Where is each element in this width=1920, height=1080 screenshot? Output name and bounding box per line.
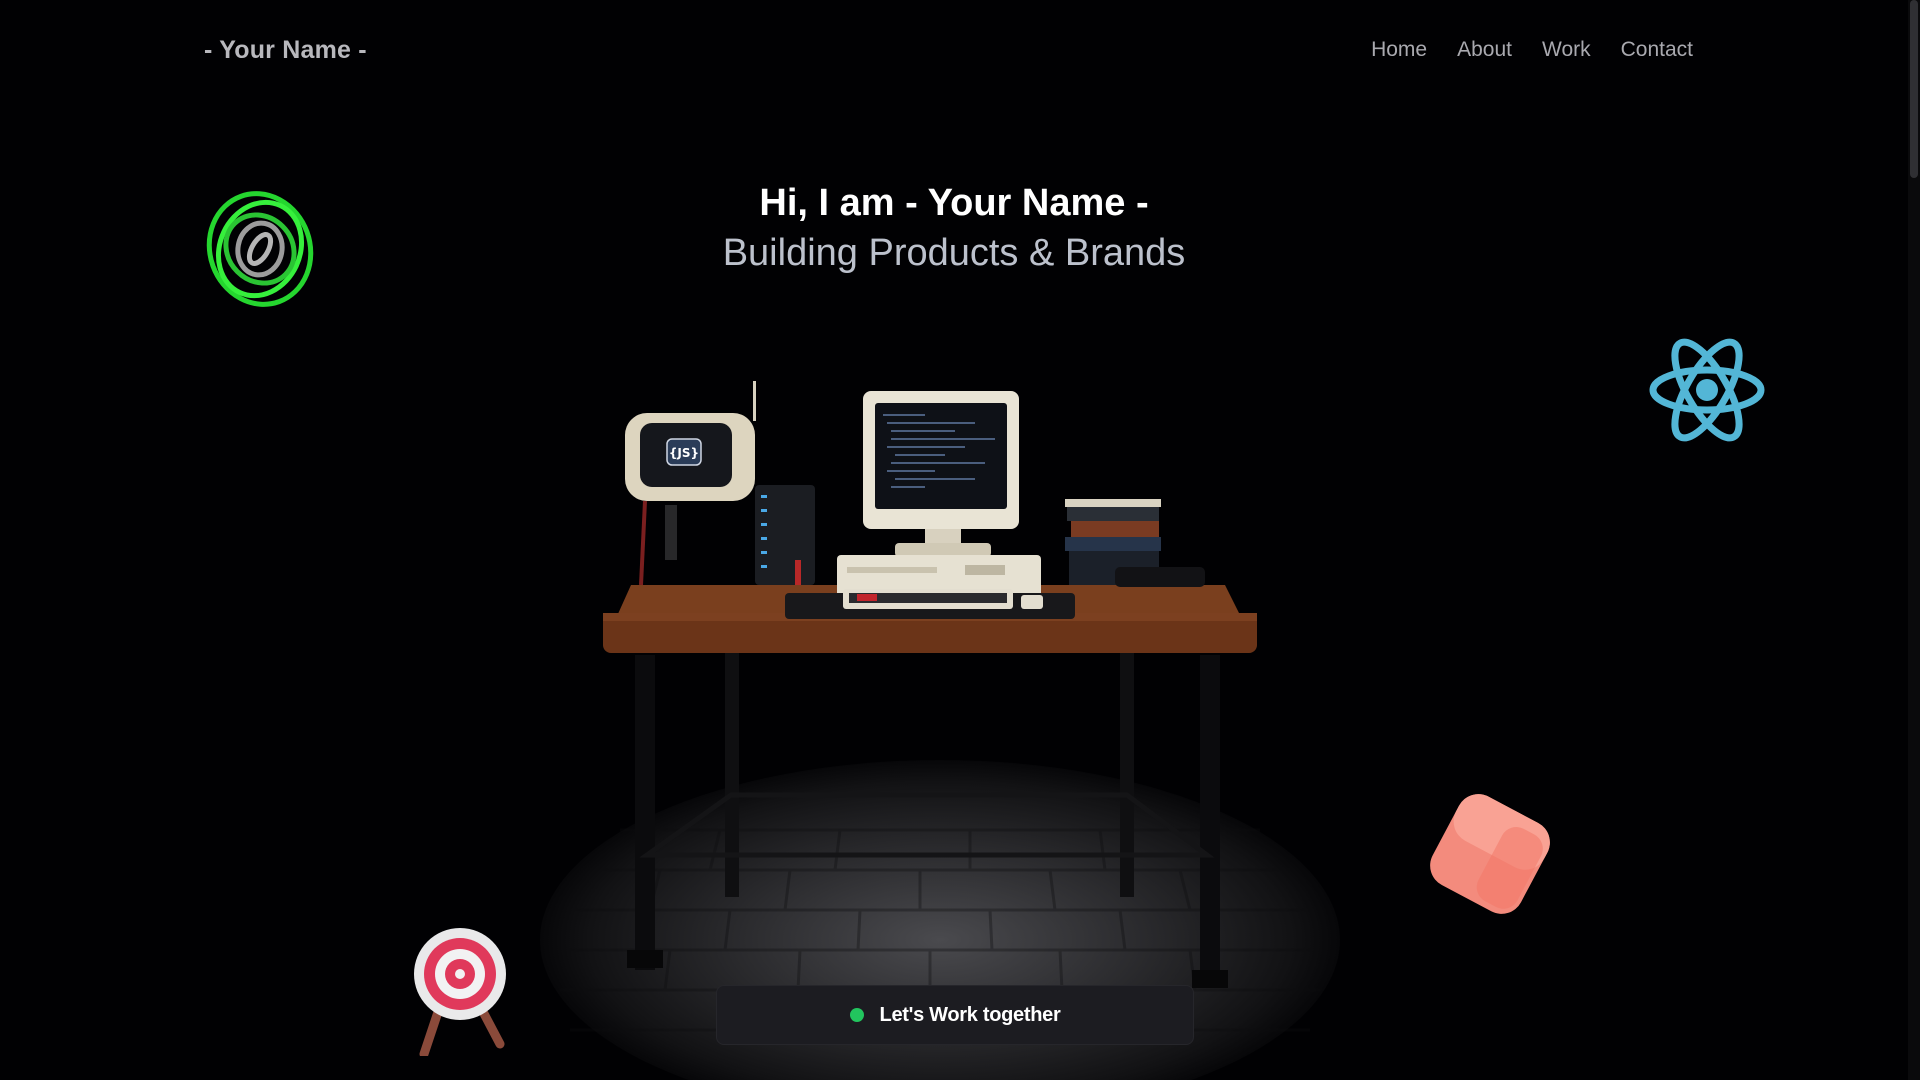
desk-legs — [627, 647, 1228, 988]
page: - Your Name - Home About Work Contact Hi… — [0, 0, 1920, 1080]
scrollbar[interactable] — [1908, 0, 1920, 1080]
rings-icon — [206, 191, 314, 307]
navbar: - Your Name - Home About Work Contact — [0, 0, 1908, 100]
crt-monitor — [837, 391, 1041, 599]
work-together-button[interactable]: Let's Work together — [716, 985, 1194, 1045]
desk-scene: {JS} — [603, 381, 1257, 988]
nav-links: Home About Work Contact — [1371, 38, 1693, 62]
book-stack — [1065, 499, 1205, 587]
tv-screen-text: {JS} — [669, 446, 699, 460]
react-icon — [1649, 338, 1765, 442]
cube-icon — [1430, 794, 1550, 914]
target-icon — [414, 928, 506, 1056]
keyboard — [785, 589, 1075, 619]
scrollbar-thumb[interactable] — [1910, 0, 1918, 178]
retro-tv: {JS} — [625, 381, 756, 586]
status-dot — [849, 1008, 864, 1022]
nav-link-contact[interactable]: Contact — [1621, 38, 1693, 62]
server-rack — [755, 485, 815, 585]
site-logo[interactable]: - Your Name - — [204, 36, 367, 65]
cta-label: Let's Work together — [879, 1003, 1061, 1026]
nav-link-home[interactable]: Home — [1371, 38, 1427, 62]
nav-link-work[interactable]: Work — [1542, 38, 1591, 62]
nav-link-about[interactable]: About — [1457, 38, 1512, 62]
